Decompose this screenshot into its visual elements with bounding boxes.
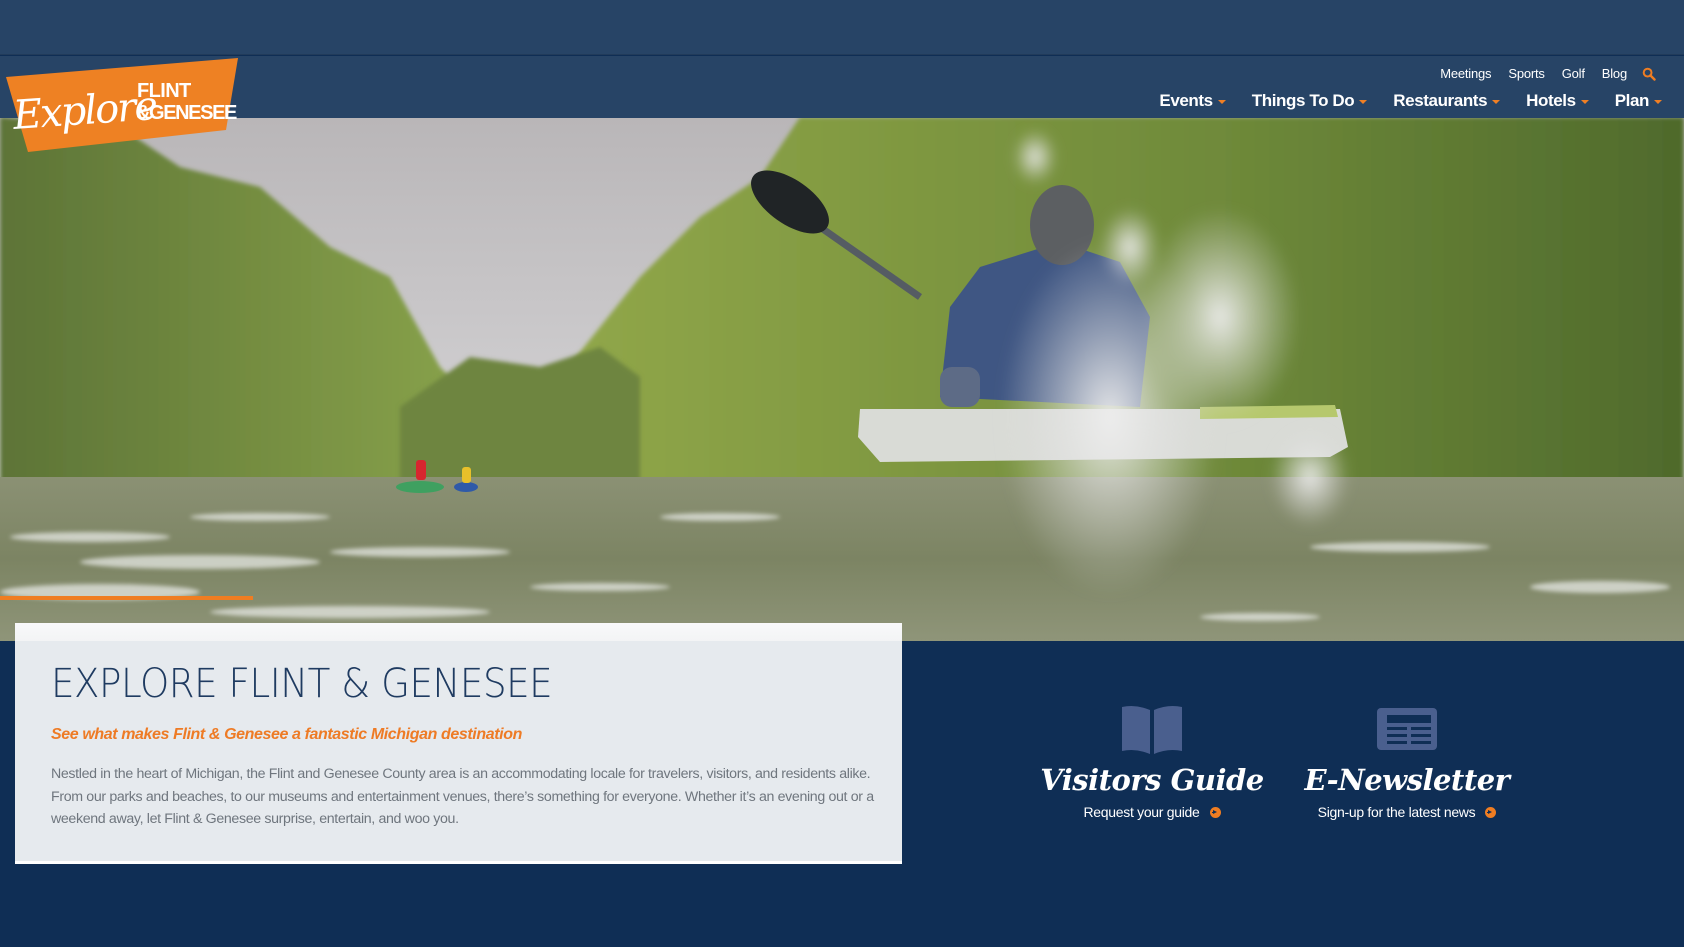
intro-subtitle: See what makes Flint & Genesee a fantast… [51, 726, 522, 743]
nav-things-to-do-label: Things To Do [1251, 91, 1355, 110]
nav-hotels[interactable]: Hotels [1526, 91, 1589, 111]
top-band [0, 0, 1684, 55]
newsletter-signup-link[interactable]: Sign-up for the latest news [1318, 804, 1497, 820]
nav-hotels-label: Hotels [1526, 91, 1576, 110]
util-nav-sports[interactable]: Sports [1508, 66, 1545, 81]
main-nav: Events Things To Do Restaurants Hotels P… [1133, 91, 1662, 111]
intro-body: Nestled in the heart of Michigan, the Fl… [51, 766, 874, 827]
arrow-circle-icon [1485, 806, 1497, 818]
newsletter-signup-label: Sign-up for the latest news [1317, 804, 1476, 820]
visitors-guide-title: Visitors Guide [1040, 763, 1264, 797]
caret-down-icon [1217, 100, 1226, 104]
hero-image [0, 117, 1684, 641]
logo-line2: &GENESEE [136, 102, 237, 124]
intro-title: EXPLORE FLINT & GENESEE [51, 661, 553, 707]
search-icon[interactable] [1642, 67, 1656, 81]
site-header: Meetings Sports Golf Blog Events Things … [0, 56, 1684, 118]
caret-down-icon [1492, 100, 1501, 104]
nav-events[interactable]: Events [1159, 91, 1226, 111]
newspaper-icon [1287, 704, 1527, 759]
util-nav-meetings[interactable]: Meetings [1440, 66, 1491, 81]
request-guide-link[interactable]: Request your guide [1083, 804, 1221, 820]
e-newsletter-title: E-Newsletter [1304, 763, 1510, 797]
book-icon [1032, 704, 1272, 759]
logo-line1: FLINT [137, 80, 191, 102]
nav-plan[interactable]: Plan [1615, 91, 1662, 111]
e-newsletter-feature[interactable]: E-Newsletter Sign-up for the latest news [1287, 704, 1527, 822]
visitors-guide-feature[interactable]: Visitors Guide Request your guide [1032, 704, 1272, 822]
caret-down-icon [1580, 100, 1589, 104]
slide-progress-bar [0, 596, 253, 600]
nav-restaurants-label: Restaurants [1393, 91, 1488, 110]
util-nav-golf[interactable]: Golf [1562, 66, 1585, 81]
caret-down-icon [1654, 100, 1662, 104]
utility-nav: Meetings Sports Golf Blog [1423, 66, 1656, 81]
nav-restaurants[interactable]: Restaurants [1393, 91, 1501, 111]
arrow-circle-icon [1209, 806, 1221, 818]
request-guide-label: Request your guide [1083, 804, 1200, 820]
util-nav-blog[interactable]: Blog [1602, 66, 1627, 81]
intro-panel: EXPLORE FLINT & GENESEE See what makes F… [15, 623, 902, 864]
site-logo[interactable]: Explore FLINT &GENESEE [0, 55, 245, 155]
nav-events-label: Events [1159, 91, 1213, 110]
caret-down-icon [1359, 100, 1368, 104]
nav-things-to-do[interactable]: Things To Do [1252, 91, 1368, 111]
nav-plan-label: Plan [1614, 91, 1650, 110]
